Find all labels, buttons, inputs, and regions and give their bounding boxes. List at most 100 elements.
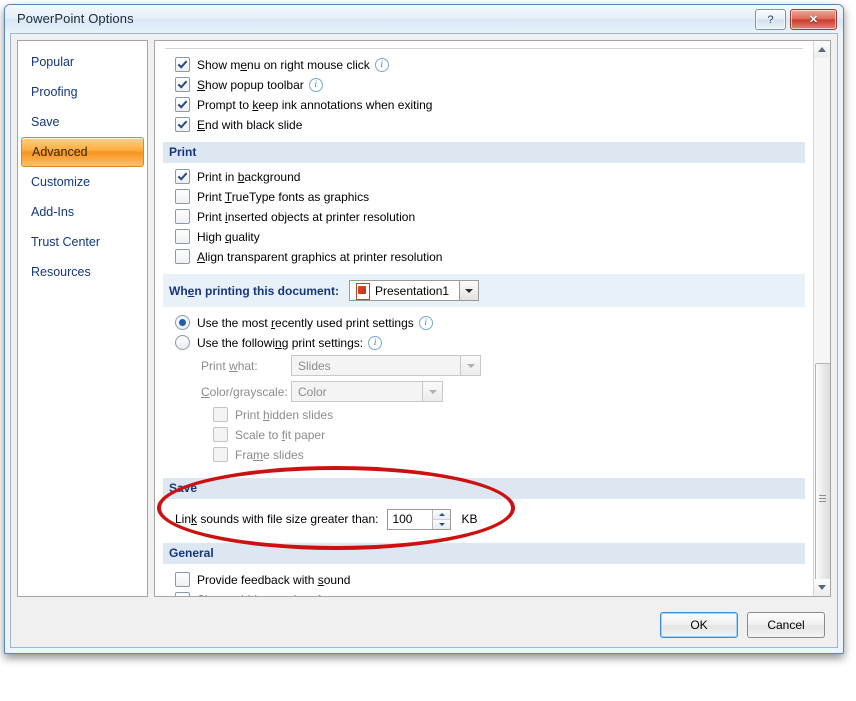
- sidebar-item-advanced[interactable]: Advanced: [21, 137, 144, 167]
- spinner-up-icon[interactable]: [433, 509, 451, 520]
- dialog-body: Popular Proofing Save Advanced Customize…: [11, 34, 837, 603]
- checkbox[interactable]: [175, 209, 190, 224]
- info-icon[interactable]: i: [374, 57, 389, 72]
- options-content-pane: Show menu on right mouse click i Show po…: [154, 40, 831, 597]
- spinner-buttons[interactable]: [432, 509, 451, 529]
- option-high-quality[interactable]: High quality: [163, 227, 805, 246]
- sidebar-item-label: Popular: [31, 55, 75, 69]
- sidebar-item-label: Save: [31, 115, 60, 129]
- sidebar-item-save[interactable]: Save: [18, 107, 147, 137]
- link-sounds-spinner[interactable]: 100: [387, 508, 452, 530]
- option-label: Print in background: [197, 169, 301, 184]
- sidebar-item-popular[interactable]: Popular: [18, 47, 147, 77]
- color-grayscale-dropdown: Color: [291, 381, 443, 402]
- option-label: Prompt to keep ink annotations when exit…: [197, 97, 433, 112]
- sidebar-item-label: Resources: [31, 265, 91, 279]
- checkbox: [213, 427, 228, 442]
- sidebar-item-label: Proofing: [31, 85, 78, 99]
- scrollbar-thumb[interactable]: [815, 363, 830, 596]
- window-controls: ? ✕: [755, 9, 837, 30]
- option-show-popup-toolbar[interactable]: Show popup toolbar i: [163, 75, 805, 94]
- option-prompt-keep-ink[interactable]: Prompt to keep ink annotations when exit…: [163, 95, 805, 114]
- help-button[interactable]: ?: [755, 9, 786, 30]
- dialog-footer: OK Cancel: [11, 603, 837, 647]
- option-provide-feedback-with-sound[interactable]: Provide feedback with sound: [163, 570, 805, 589]
- sidebar-item-label: Advanced: [32, 145, 88, 159]
- when-printing-document-band: When printing this document: Presentatio…: [163, 274, 805, 307]
- checkbox[interactable]: [175, 169, 190, 184]
- checkbox[interactable]: [175, 77, 190, 92]
- link-sounds-value[interactable]: 100: [388, 510, 432, 529]
- scroll-up-icon[interactable]: [814, 41, 830, 58]
- option-label: Scale to fit paper: [235, 427, 326, 442]
- radio-label: Use the following print settings:: [197, 335, 364, 350]
- close-button[interactable]: ✕: [790, 9, 837, 30]
- chevron-down-icon[interactable]: [459, 281, 479, 300]
- radio-use-recent-print-settings[interactable]: Use the most recently used print setting…: [163, 313, 805, 332]
- checkbox[interactable]: [175, 249, 190, 264]
- window-title: PowerPoint Options: [17, 11, 134, 26]
- option-show-menu-right-click[interactable]: Show menu on right mouse click i: [163, 55, 805, 74]
- print-what-value: Slides: [298, 358, 331, 373]
- dialog-inner: Popular Proofing Save Advanced Customize…: [10, 33, 838, 648]
- option-show-addin-ui-errors[interactable]: Show add-in user interface errors: [163, 590, 805, 597]
- option-label: Print TrueType fonts as graphics: [197, 189, 370, 204]
- radio-button[interactable]: [175, 335, 190, 350]
- option-print-inserted-objects[interactable]: Print inserted objects at printer resolu…: [163, 207, 805, 226]
- option-label: Show popup toolbar: [197, 77, 304, 92]
- link-sounds-units: KB: [461, 512, 478, 526]
- print-what-label: Print what:: [201, 358, 258, 373]
- radio-button[interactable]: [175, 315, 190, 330]
- chevron-down-icon: [422, 382, 442, 401]
- radio-label: Use the most recently used print setting…: [197, 315, 414, 330]
- print-what-row: Print what: Slides: [163, 353, 805, 378]
- info-icon[interactable]: i: [418, 315, 433, 330]
- scroll-down-icon[interactable]: [814, 579, 830, 596]
- sidebar-item-proofing[interactable]: Proofing: [18, 77, 147, 107]
- option-scale-to-fit-paper: Scale to fit paper: [163, 425, 805, 444]
- option-label: Show add-in user interface errors: [197, 593, 374, 597]
- option-end-with-black-slide[interactable]: End with black slide: [163, 115, 805, 134]
- section-header-print: Print: [163, 142, 805, 163]
- title-bar: PowerPoint Options ? ✕: [5, 5, 843, 33]
- info-icon[interactable]: i: [308, 77, 323, 92]
- option-label: End with black slide: [197, 117, 303, 132]
- checkbox[interactable]: [175, 97, 190, 112]
- sidebar-item-resources[interactable]: Resources: [18, 257, 147, 287]
- checkbox[interactable]: [175, 189, 190, 204]
- section-header-save: Save: [163, 478, 805, 499]
- info-icon[interactable]: i: [368, 335, 383, 350]
- radio-use-following-print-settings[interactable]: Use the following print settings: i: [163, 333, 805, 352]
- option-align-transparent-graphics[interactable]: Align transparent graphics at printer re…: [163, 247, 805, 266]
- option-label: Show menu on right mouse click: [197, 57, 370, 72]
- color-grayscale-label: Color/grayscale:: [201, 384, 288, 399]
- sidebar-item-label: Add-Ins: [31, 205, 75, 219]
- options-content: Show menu on right mouse click i Show po…: [155, 41, 813, 596]
- cancel-button[interactable]: Cancel: [747, 612, 825, 638]
- ok-button[interactable]: OK: [660, 612, 738, 638]
- option-label: Provide feedback with sound: [197, 572, 351, 587]
- sidebar-item-trust-center[interactable]: Trust Center: [18, 227, 147, 257]
- checkbox[interactable]: [175, 592, 190, 596]
- checkbox[interactable]: [175, 57, 190, 72]
- option-print-truetype-as-graphics[interactable]: Print TrueType fonts as graphics: [163, 187, 805, 206]
- sidebar-item-customize[interactable]: Customize: [18, 167, 147, 197]
- powerpoint-document-icon: [354, 282, 370, 300]
- content-scrollbar[interactable]: [813, 41, 830, 596]
- document-combobox-value: Presentation1: [375, 283, 450, 298]
- checkbox[interactable]: [175, 117, 190, 132]
- link-sounds-row: Link sounds with file size greater than:…: [163, 505, 805, 533]
- content-top-divider: [165, 48, 803, 49]
- option-label: Align transparent graphics at printer re…: [197, 249, 443, 264]
- document-combobox[interactable]: Presentation1: [349, 280, 480, 301]
- checkbox: [213, 447, 228, 462]
- checkbox: [213, 407, 228, 422]
- option-label: Print hidden slides: [235, 407, 334, 422]
- checkbox[interactable]: [175, 572, 190, 587]
- checkbox[interactable]: [175, 229, 190, 244]
- color-grayscale-row: Color/grayscale: Color: [163, 379, 805, 404]
- option-print-in-background[interactable]: Print in background: [163, 167, 805, 186]
- sidebar-item-add-ins[interactable]: Add-Ins: [18, 197, 147, 227]
- sidebar-item-label: Customize: [31, 175, 91, 189]
- spinner-down-icon[interactable]: [433, 519, 451, 529]
